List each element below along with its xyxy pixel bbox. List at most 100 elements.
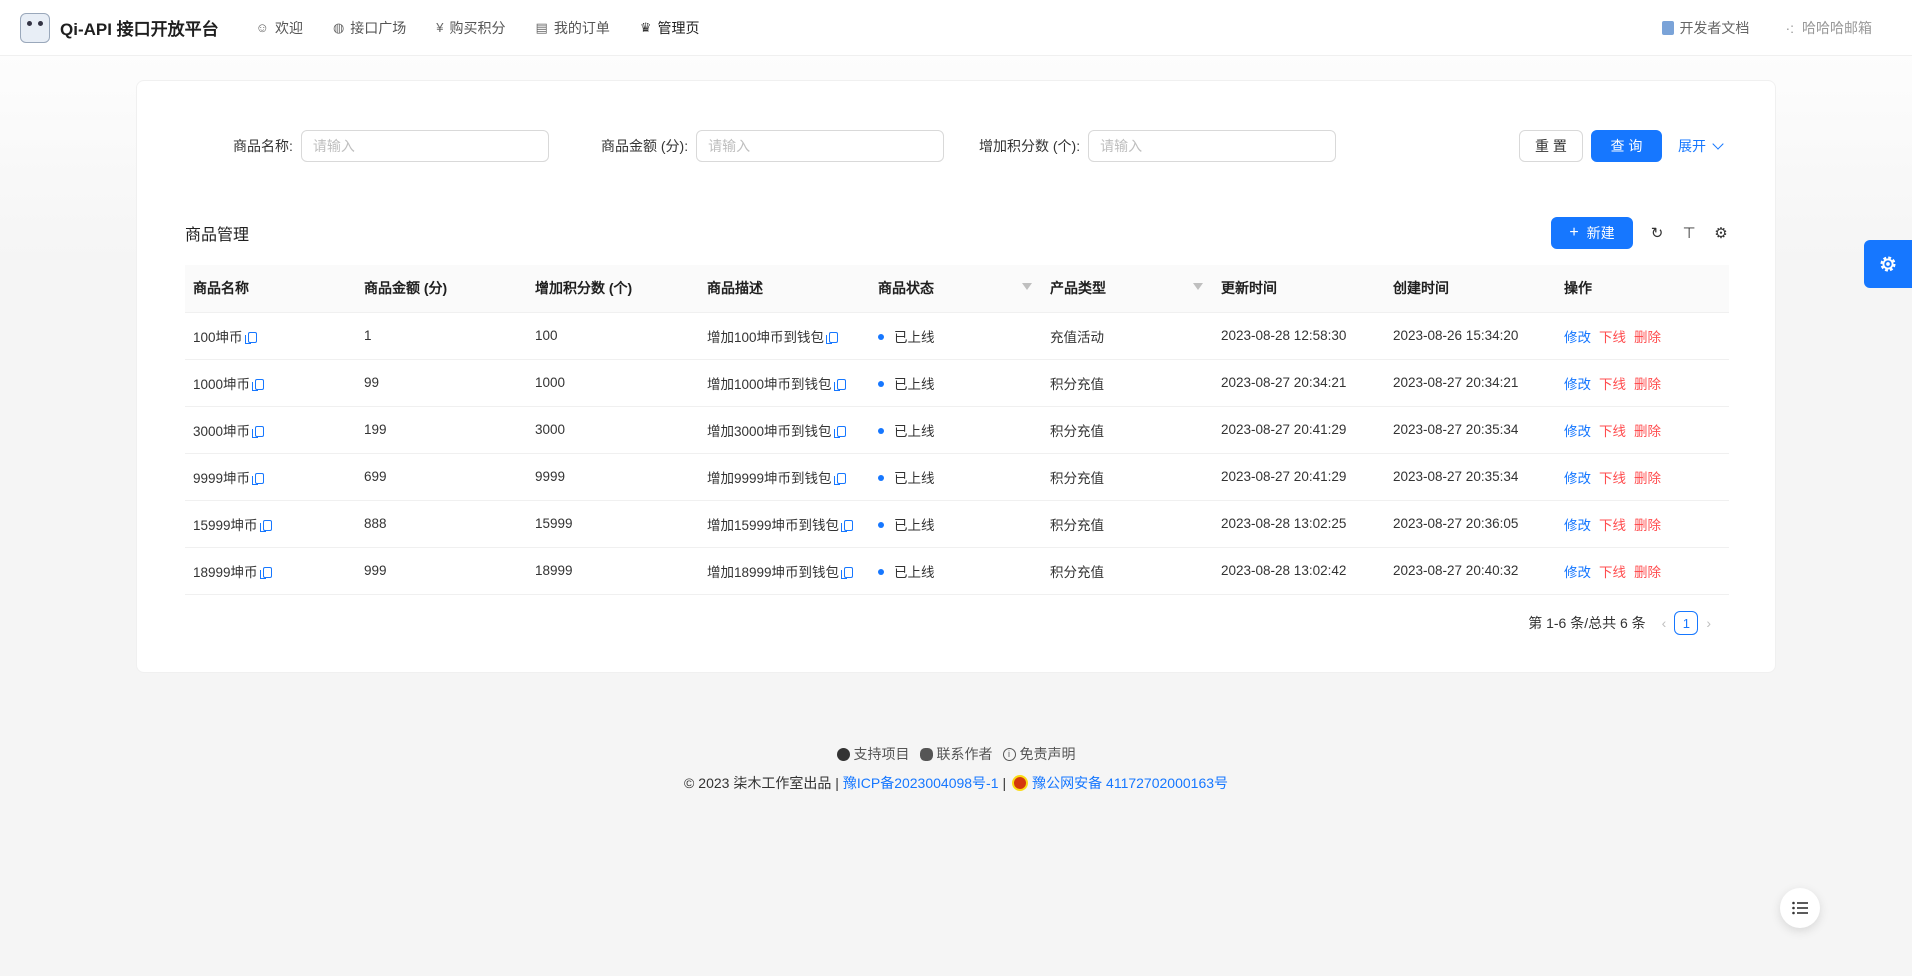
copy-icon[interactable] — [252, 425, 265, 438]
product-name-label: 商品名称: — [233, 138, 293, 154]
delete-link[interactable]: 删除 — [1634, 424, 1661, 439]
nav-buy-points[interactable]: ¥ 购买积分 — [421, 0, 520, 56]
prev-page-icon[interactable]: ‹ — [1662, 615, 1667, 631]
disclaimer-link[interactable]: i 免责声明 — [1002, 744, 1076, 764]
nav-buy-points-label: 购买积分 — [449, 19, 506, 36]
col-updated-time: 更新时间 — [1213, 265, 1385, 313]
copy-icon[interactable] — [833, 425, 846, 438]
expand-toggle[interactable]: 展开 — [1678, 136, 1724, 156]
col-add-points: 增加积分数 (个) — [527, 265, 699, 313]
settings-drawer-button[interactable] — [1864, 240, 1912, 288]
edit-link[interactable]: 修改 — [1564, 330, 1591, 345]
police-record-link[interactable]: 豫公网安备 41172702000163号 — [1032, 773, 1228, 793]
copy-icon[interactable] — [833, 472, 846, 485]
cell-created-time: 2023-08-26 15:34:20 — [1385, 312, 1556, 360]
delete-link[interactable]: 删除 — [1634, 377, 1661, 392]
cell-product-amount: 699 — [356, 453, 527, 501]
edit-link[interactable]: 修改 — [1564, 471, 1591, 486]
pagination: 第 1-6 条/总共 6 条 ‹ 1 › — [1528, 611, 1719, 635]
setting-icon[interactable]: ⚙ — [1713, 225, 1729, 242]
offline-link[interactable]: 下线 — [1599, 424, 1626, 439]
header-right: 开发者文档 ·: 哈哈哈邮箱 — [1626, 18, 1872, 38]
product-name-text: 18999坤币 — [193, 564, 258, 580]
delete-link[interactable]: 删除 — [1634, 330, 1661, 345]
col-product-amount: 商品金额 (分) — [356, 265, 527, 313]
edit-link[interactable]: 修改 — [1564, 565, 1591, 580]
table-title: 商品管理 — [185, 227, 250, 244]
delete-link[interactable]: 删除 — [1634, 565, 1661, 580]
status-text: 已上线 — [894, 564, 935, 580]
col-product-type: 产品类型 — [1042, 265, 1213, 313]
new-button[interactable]: + 新建 — [1551, 217, 1633, 249]
delete-link[interactable]: 删除 — [1634, 518, 1661, 533]
cell-updated-time: 2023-08-28 12:58:30 — [1213, 312, 1385, 360]
column-height-icon[interactable]: ⊤ — [1681, 225, 1697, 242]
github-icon — [836, 747, 850, 761]
page-number[interactable]: 1 — [1674, 611, 1699, 635]
copy-icon[interactable] — [826, 331, 839, 344]
add-points-input[interactable] — [1088, 130, 1337, 162]
nav-admin[interactable]: ♛ 管理页 — [625, 0, 715, 56]
cell-updated-time: 2023-08-28 13:02:25 — [1213, 500, 1385, 548]
nav-my-orders-label: 我的订单 — [553, 19, 610, 36]
offline-link[interactable]: 下线 — [1599, 565, 1626, 580]
nav-my-orders[interactable]: ▤ 我的订单 — [521, 0, 625, 56]
offline-link[interactable]: 下线 — [1599, 471, 1626, 486]
cell-product-amount: 1 — [356, 312, 527, 360]
contact-author-link[interactable]: 联系作者 — [919, 744, 993, 764]
info-icon: i — [1002, 747, 1016, 761]
status-text: 已上线 — [894, 470, 935, 486]
cell-product-amount: 999 — [356, 547, 527, 595]
wechat-icon — [919, 747, 933, 761]
filter-icon[interactable] — [1022, 283, 1032, 290]
offline-link[interactable]: 下线 — [1599, 518, 1626, 533]
next-page-icon[interactable]: › — [1706, 615, 1711, 631]
product-amount-input[interactable] — [696, 130, 945, 162]
col-product-status: 商品状态 — [870, 265, 1042, 313]
yuan-icon: ¥ — [436, 20, 444, 35]
copy-icon[interactable] — [252, 378, 265, 391]
cell-product-desc: 增加15999坤币到钱包 — [699, 500, 870, 548]
filter-icon[interactable] — [1193, 283, 1203, 290]
product-name-text: 9999坤币 — [193, 470, 251, 486]
cell-add-points: 100 — [527, 312, 699, 360]
cell-product-name: 9999坤币 — [185, 453, 356, 501]
edit-link[interactable]: 修改 — [1564, 377, 1591, 392]
copy-icon[interactable] — [841, 519, 854, 532]
nav-welcome[interactable]: ☺ 欢迎 — [241, 0, 318, 56]
status-text: 已上线 — [894, 517, 935, 533]
offline-link[interactable]: 下线 — [1599, 330, 1626, 345]
copy-icon[interactable] — [259, 519, 272, 532]
query-button[interactable]: 查 询 — [1591, 130, 1662, 162]
status-text: 已上线 — [894, 423, 935, 439]
copy-icon[interactable] — [259, 566, 272, 579]
gear-icon — [1880, 256, 1896, 272]
edit-link[interactable]: 修改 — [1564, 518, 1591, 533]
support-project-label: 支持项目 — [853, 746, 910, 762]
copy-icon[interactable] — [841, 566, 854, 579]
reset-button[interactable]: 重 置 — [1519, 130, 1583, 162]
developer-docs-link[interactable]: 开发者文档 — [1662, 18, 1749, 38]
cell-product-type: 充值活动 — [1042, 312, 1213, 360]
logo[interactable]: Qi-API 接口开放平台 — [20, 12, 219, 43]
product-name-input[interactable] — [300, 130, 549, 162]
cell-product-name: 18999坤币 — [185, 547, 356, 595]
crown-icon: ♛ — [639, 19, 652, 35]
offline-link[interactable]: 下线 — [1599, 377, 1626, 392]
nav-api-square[interactable]: ◍ 接口广场 — [318, 0, 421, 56]
cell-product-desc: 增加9999坤币到钱包 — [699, 453, 870, 501]
copy-icon[interactable] — [833, 378, 846, 391]
copyright-icon: © — [683, 775, 695, 791]
cell-updated-time: 2023-08-28 13:02:42 — [1213, 547, 1385, 595]
cell-product-type: 积分充值 — [1042, 406, 1213, 454]
copy-icon[interactable] — [244, 331, 257, 344]
edit-link[interactable]: 修改 — [1564, 424, 1591, 439]
delete-link[interactable]: 删除 — [1634, 471, 1661, 486]
book-icon — [1662, 20, 1675, 35]
user-menu[interactable]: ·: 哈哈哈邮箱 — [1785, 18, 1872, 38]
icp-link[interactable]: 豫ICP备2023004098号-1 — [843, 773, 999, 793]
copy-icon[interactable] — [252, 472, 265, 485]
reload-icon[interactable]: ↻ — [1649, 225, 1665, 242]
support-project-link[interactable]: 支持项目 — [836, 744, 910, 764]
float-menu-button[interactable] — [1780, 888, 1820, 928]
